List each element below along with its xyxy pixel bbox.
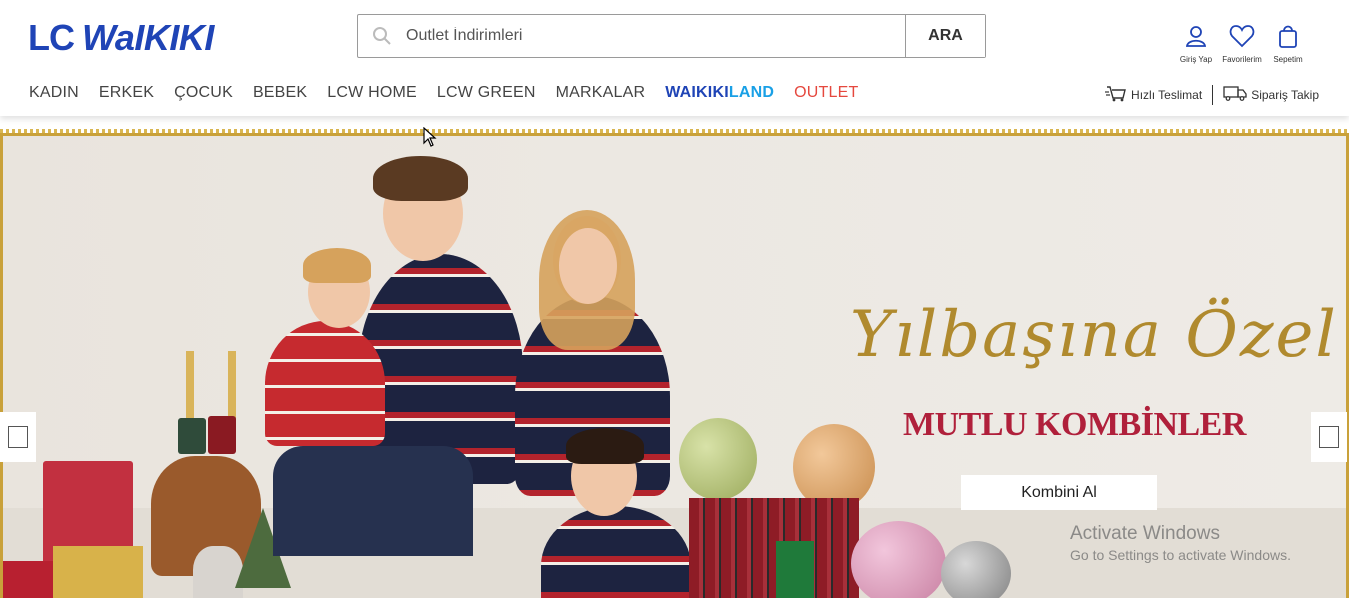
nav-item-kadin[interactable]: KADIN <box>29 82 79 104</box>
cart-button[interactable]: Sepetim <box>1268 24 1308 64</box>
man-jeans <box>273 446 473 556</box>
gift-box-red <box>3 561 53 598</box>
order-tracking-label: Sipariş Takip <box>1251 87 1319 102</box>
search-icon <box>358 15 406 57</box>
girl-figure <box>265 321 385 446</box>
user-actions: Giriş Yap Favorilerim Sepetim <box>1176 24 1308 64</box>
logo-lc-text: LC <box>28 17 75 58</box>
boy-hair <box>566 428 644 464</box>
woman-face <box>559 228 617 304</box>
quick-delivery-label: Hızlı Teslimat <box>1131 87 1203 102</box>
kombini-al-button[interactable]: Kombini Al <box>961 475 1157 510</box>
waikikiland-part1: WAIKIKI <box>665 84 729 101</box>
balloon-green <box>679 418 757 500</box>
gift-box-gold <box>53 546 143 598</box>
nav-item-bebek[interactable]: BEBEK <box>253 82 307 104</box>
next-arrow-icon <box>1319 426 1339 448</box>
cart-label: Sepetim <box>1273 55 1303 64</box>
lc-waikiki-logo[interactable]: LC WaIKIKI <box>28 18 214 58</box>
nav-item-outlet[interactable]: OUTLET <box>794 82 858 104</box>
prev-arrow-icon <box>8 426 28 448</box>
carousel-prev-button[interactable] <box>0 412 36 462</box>
gift-stack-plaid <box>689 498 859 598</box>
quick-delivery-link[interactable]: Hızlı Teslimat <box>1105 84 1202 105</box>
watermark-line1: Activate Windows <box>1070 523 1220 544</box>
login-label: Giriş Yap <box>1179 55 1213 64</box>
hero-promo-title: MUTLU KOMBİNLER <box>903 406 1246 443</box>
fast-delivery-icon <box>1105 84 1127 105</box>
hero-script-title: Yılbaşına Özel <box>850 298 1338 372</box>
balloon-silver <box>941 541 1011 598</box>
girl-hair <box>303 248 371 283</box>
order-tracking-link[interactable]: Sipariş Takip <box>1223 85 1319 104</box>
nav-item-markalar[interactable]: MARKALAR <box>556 82 646 104</box>
nav-item-lcw-home[interactable]: LCW HOME <box>327 82 417 104</box>
nav-item-lcw-green[interactable]: LCW GREEN <box>437 82 536 104</box>
logo-waikiki-text: WaIKIKI <box>82 17 214 58</box>
favorites-label: Favorilerim <box>1222 55 1262 64</box>
windows-activation-watermark: Activate Windows Go to Settings to activ… <box>1070 523 1291 563</box>
bag-icon <box>1277 24 1299 53</box>
login-button[interactable]: Giriş Yap <box>1176 24 1216 64</box>
mug-red <box>208 416 236 454</box>
nav-item-waikikiland[interactable]: WAIKIKILAND <box>665 82 774 104</box>
main-nav: KADIN ERKEK ÇOCUK BEBEK LCW HOME LCW GRE… <box>29 82 878 104</box>
carousel-next-button[interactable] <box>1311 412 1347 462</box>
nav-item-cocuk[interactable]: ÇOCUK <box>174 82 233 104</box>
mug-green <box>178 418 206 454</box>
search-button[interactable]: ARA <box>905 15 985 57</box>
watermark-line2: Go to Settings to activate Windows. <box>1070 547 1291 563</box>
truck-icon <box>1223 85 1247 104</box>
search-input[interactable] <box>406 15 905 57</box>
quick-links: Hızlı Teslimat Sipariş Takip <box>1105 84 1319 105</box>
quick-links-divider <box>1212 84 1214 105</box>
waikikiland-part2: LAND <box>728 84 775 101</box>
user-icon <box>1184 24 1208 53</box>
gift-bag-green <box>776 541 814 598</box>
man-hair <box>373 156 468 201</box>
nav-item-erkek[interactable]: ERKEK <box>99 82 154 104</box>
heart-icon <box>1229 24 1255 53</box>
balloon-pink <box>851 521 946 598</box>
site-header: LCWaIKIKI ARA Giriş Yap Favorilerim Sepe… <box>0 0 1349 116</box>
search-bar: ARA <box>357 14 986 58</box>
mouse-cursor-icon <box>423 126 437 152</box>
favorites-button[interactable]: Favorilerim <box>1222 24 1262 64</box>
